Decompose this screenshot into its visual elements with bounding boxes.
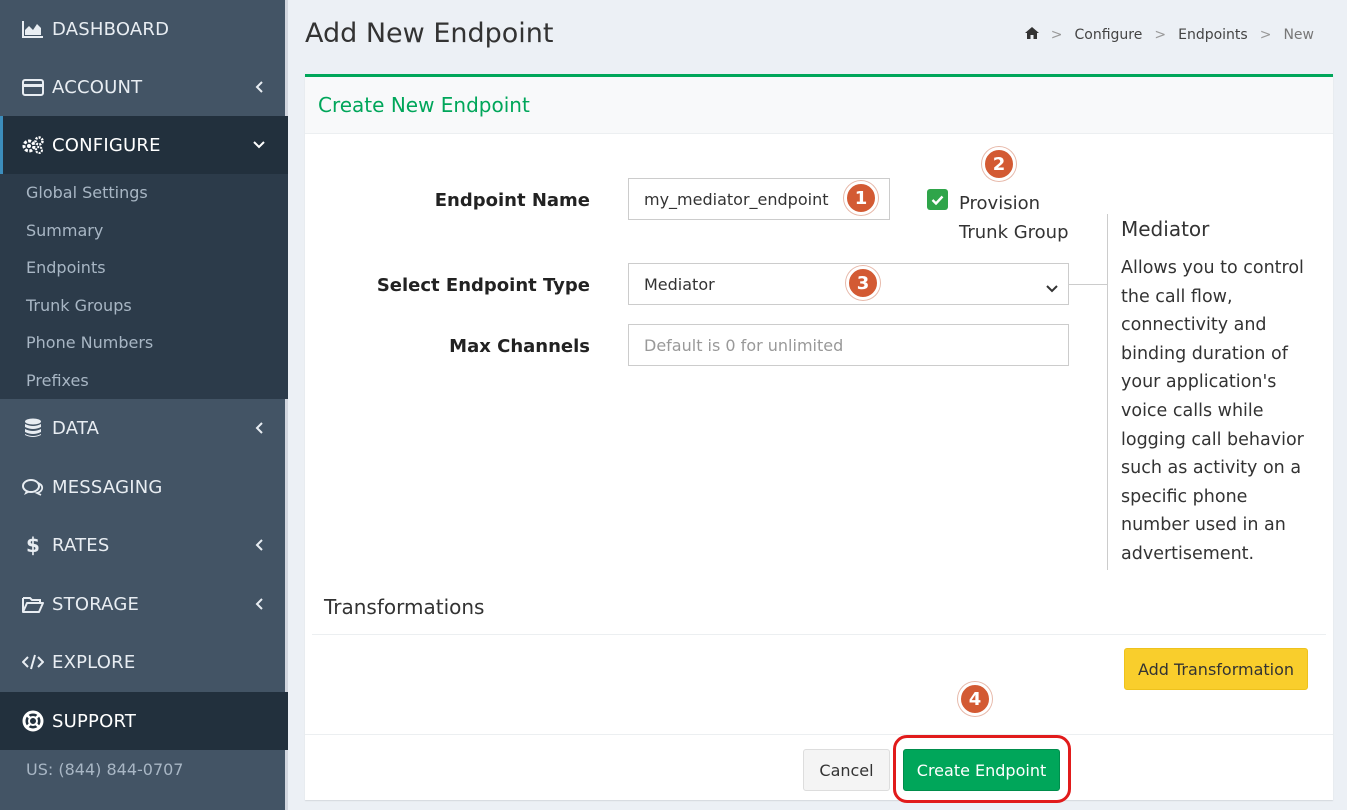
- breadcrumb: > Configure > Endpoints > New: [1024, 27, 1314, 43]
- nav-rates-label: RATES: [52, 534, 110, 556]
- card-header: Create New Endpoint: [305, 77, 1333, 134]
- nav-messaging[interactable]: MESSAGING: [0, 458, 288, 516]
- submenu-prefixes[interactable]: Prefixes: [26, 371, 89, 390]
- nav-storage-label: STORAGE: [52, 593, 140, 615]
- breadcrumb-separator: >: [1259, 27, 1272, 43]
- nav-messaging-label: MESSAGING: [52, 476, 163, 498]
- cancel-button[interactable]: Cancel: [803, 749, 890, 791]
- page-title: Add New Endpoint: [305, 18, 554, 49]
- nav-support-label: SUPPORT: [52, 710, 137, 732]
- chevron-left-icon: [252, 538, 266, 552]
- nav-account-label: ACCOUNT: [52, 76, 143, 98]
- step-badge-4: 4: [958, 682, 992, 716]
- nav-storage[interactable]: STORAGE: [0, 575, 288, 633]
- highlight-ring: [893, 735, 1071, 803]
- add-transformation-button[interactable]: Add Transformation: [1124, 648, 1308, 690]
- nav-configure-label: CONFIGURE: [52, 134, 161, 156]
- code-icon: [21, 650, 45, 674]
- breadcrumb-separator: >: [1050, 27, 1063, 43]
- breadcrumb-endpoints[interactable]: Endpoints: [1178, 27, 1248, 43]
- home-icon[interactable]: [1024, 27, 1039, 43]
- nav-rates[interactable]: $ RATES: [0, 516, 288, 574]
- create-endpoint-card: Create New Endpoint Endpoint Name my_med…: [305, 74, 1333, 803]
- chevron-left-icon: [252, 597, 266, 611]
- nav-explore[interactable]: EXPLORE: [0, 633, 288, 691]
- info-description: Allows you to control the call flow, con…: [1121, 258, 1304, 564]
- submenu-summary[interactable]: Summary: [26, 221, 103, 240]
- chevron-left-icon: [252, 80, 266, 94]
- endpoint-name-label: Endpoint Name: [434, 190, 590, 211]
- sidebar: DASHBOARD ACCOUNT CONFIGURE Global Setti…: [0, 0, 288, 810]
- chevron-down-icon: [252, 138, 266, 152]
- credit-card-icon: [21, 75, 45, 99]
- submenu-phone-numbers[interactable]: Phone Numbers: [26, 333, 153, 352]
- endpoint-type-value: Mediator: [644, 274, 715, 294]
- chat-bubbles-icon: [21, 475, 45, 499]
- dollar-icon: $: [25, 533, 41, 557]
- support-phone: US: (844) 844-0707: [26, 760, 184, 779]
- check-icon: [931, 195, 944, 205]
- nav-explore-label: EXPLORE: [52, 651, 136, 673]
- breadcrumb-current: New: [1283, 27, 1314, 43]
- card-title: Create New Endpoint: [318, 93, 530, 117]
- max-channels-input[interactable]: Default is 0 for unlimited: [628, 324, 1069, 366]
- submenu-global-settings[interactable]: Global Settings: [26, 183, 148, 202]
- transformations-title: Transformations: [324, 595, 485, 619]
- database-icon: [21, 416, 45, 440]
- submenu-trunk-groups[interactable]: Trunk Groups: [26, 296, 132, 315]
- step-badge-2: 2: [982, 147, 1016, 181]
- provision-label-line1: Provision: [959, 193, 1041, 214]
- provision-trunk-group-label[interactable]: Provision Trunk Group: [959, 189, 1069, 247]
- configure-submenu: Global Settings Summary Endpoints Trunk …: [0, 174, 288, 399]
- endpoint-type-info: Mediator Allows you to control the call …: [1107, 214, 1307, 570]
- nav-dashboard-label: DASHBOARD: [52, 18, 170, 40]
- endpoint-type-label: Select Endpoint Type: [376, 275, 590, 296]
- breadcrumb-separator: >: [1154, 27, 1167, 43]
- cogs-icon: [21, 133, 45, 157]
- chevron-left-icon: [252, 421, 266, 435]
- folder-open-icon: [21, 592, 45, 616]
- step-badge-1: 1: [844, 181, 878, 215]
- step-badge-3: 3: [846, 266, 880, 300]
- nav-dashboard[interactable]: DASHBOARD: [0, 0, 288, 58]
- nav-configure[interactable]: CONFIGURE: [0, 116, 288, 174]
- nav-support[interactable]: SUPPORT: [0, 692, 288, 750]
- nav-data[interactable]: DATA: [0, 399, 288, 457]
- info-connector: [1069, 284, 1107, 285]
- max-channels-label: Max Channels: [449, 336, 590, 357]
- nav-data-label: DATA: [52, 417, 100, 439]
- divider: [312, 634, 1326, 635]
- chevron-down-icon: [1046, 278, 1058, 297]
- area-chart-icon: [21, 17, 45, 41]
- breadcrumb-configure[interactable]: Configure: [1075, 27, 1143, 43]
- footer-divider: [305, 734, 1333, 735]
- life-ring-icon: [21, 709, 45, 733]
- provision-trunk-group-checkbox[interactable]: [927, 189, 948, 210]
- submenu-endpoints[interactable]: Endpoints: [26, 258, 106, 277]
- info-title: Mediator: [1121, 217, 1210, 241]
- nav-account[interactable]: ACCOUNT: [0, 58, 288, 116]
- provision-label-line2: Trunk Group: [959, 222, 1069, 243]
